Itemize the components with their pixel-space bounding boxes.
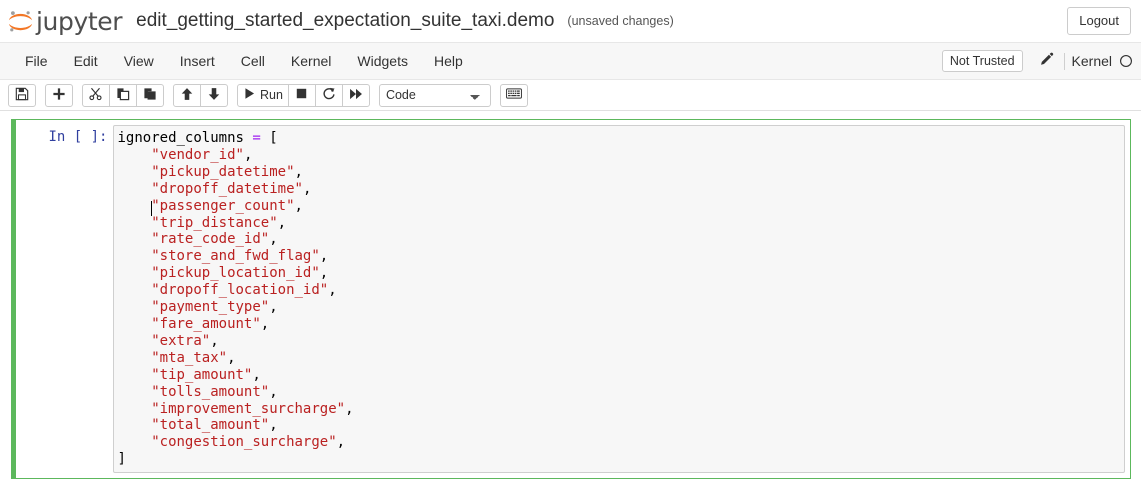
toolbar-group-palette	[500, 84, 528, 107]
trust-status-badge[interactable]: Not Trusted	[942, 50, 1023, 72]
run-button-label: Run	[260, 89, 283, 102]
notebook-toolbar: Run	[0, 80, 1141, 111]
toolbar-group-clipboard	[82, 84, 164, 107]
copy-icon	[116, 87, 130, 104]
move-cell-down-button[interactable]	[200, 84, 228, 107]
edit-mode-pencil-button[interactable]	[1032, 52, 1061, 70]
play-icon	[243, 87, 256, 103]
code-cell[interactable]: In [ ]: ignored_columns = [ "vendor_id",…	[11, 119, 1131, 479]
save-button[interactable]	[8, 84, 36, 107]
fast-forward-icon	[349, 87, 363, 104]
jupyter-logo-icon	[6, 7, 35, 36]
command-palette-button[interactable]	[500, 84, 528, 107]
toolbar-group-run: Run	[237, 84, 370, 107]
text-cursor	[151, 201, 152, 216]
notebook-container: In [ ]: ignored_columns = [ "vendor_id",…	[11, 111, 1131, 479]
cut-cell-button[interactable]	[82, 84, 110, 107]
cell-execution-prompt: In [ ]:	[16, 125, 113, 146]
cell-type-select[interactable]: Code Markdown Raw NBConvert Heading	[379, 84, 491, 107]
plus-icon	[52, 87, 66, 104]
keyboard-icon	[506, 87, 522, 103]
save-status-text: (unsaved changes)	[567, 14, 673, 28]
menubar-right-group: Not Trusted Kernel	[942, 43, 1137, 79]
menu-widgets[interactable]: Widgets	[344, 43, 421, 79]
menu-bar: File Edit View Insert Cell Kernel Widget…	[0, 43, 1141, 80]
insert-cell-below-button[interactable]	[45, 84, 73, 107]
scissors-icon	[89, 87, 103, 104]
stop-square-icon	[295, 87, 308, 103]
restart-and-run-all-button[interactable]	[342, 84, 370, 107]
arrow-down-icon	[207, 87, 221, 104]
kernel-name-label: Kernel	[1072, 53, 1112, 69]
restart-circle-arrow-icon	[322, 87, 336, 104]
floppy-disk-icon	[15, 87, 29, 104]
menu-edit[interactable]: Edit	[61, 43, 111, 79]
jupyter-wordmark: jupyter	[36, 7, 122, 36]
toolbar-group-insert	[45, 84, 73, 107]
copy-cell-button[interactable]	[109, 84, 137, 107]
menu-cell[interactable]: Cell	[228, 43, 278, 79]
kernel-idle-circle-icon	[1119, 54, 1133, 68]
menu-insert[interactable]: Insert	[167, 43, 228, 79]
arrow-up-icon	[180, 87, 194, 104]
run-cell-button[interactable]: Run	[237, 84, 289, 107]
jupyter-home-link[interactable]: jupyter	[6, 7, 122, 36]
notebook-title[interactable]: edit_getting_started_expectation_suite_t…	[136, 10, 554, 32]
notebook-panel: In [ ]: ignored_columns = [ "vendor_id",…	[0, 111, 1141, 501]
menu-help[interactable]: Help	[421, 43, 476, 79]
code-editor[interactable]: ignored_columns = [ "vendor_id", "pickup…	[113, 125, 1125, 473]
menu-view[interactable]: View	[111, 43, 167, 79]
menubar-divider	[1064, 53, 1065, 70]
move-cell-up-button[interactable]	[173, 84, 201, 107]
pencil-icon	[1039, 52, 1054, 70]
menu-file[interactable]: File	[12, 43, 61, 79]
code-source-text[interactable]: ignored_columns = [ "vendor_id", "pickup…	[118, 130, 1120, 468]
logout-button[interactable]: Logout	[1067, 7, 1131, 35]
interrupt-kernel-button[interactable]	[288, 84, 316, 107]
menu-kernel[interactable]: Kernel	[278, 43, 344, 79]
paste-icon	[143, 87, 157, 104]
toolbar-group-move	[173, 84, 228, 107]
restart-kernel-button[interactable]	[315, 84, 343, 107]
paste-cell-button[interactable]	[136, 84, 164, 107]
toolbar-group-save	[8, 84, 36, 107]
page-header: jupyter edit_getting_started_expectation…	[0, 0, 1141, 43]
